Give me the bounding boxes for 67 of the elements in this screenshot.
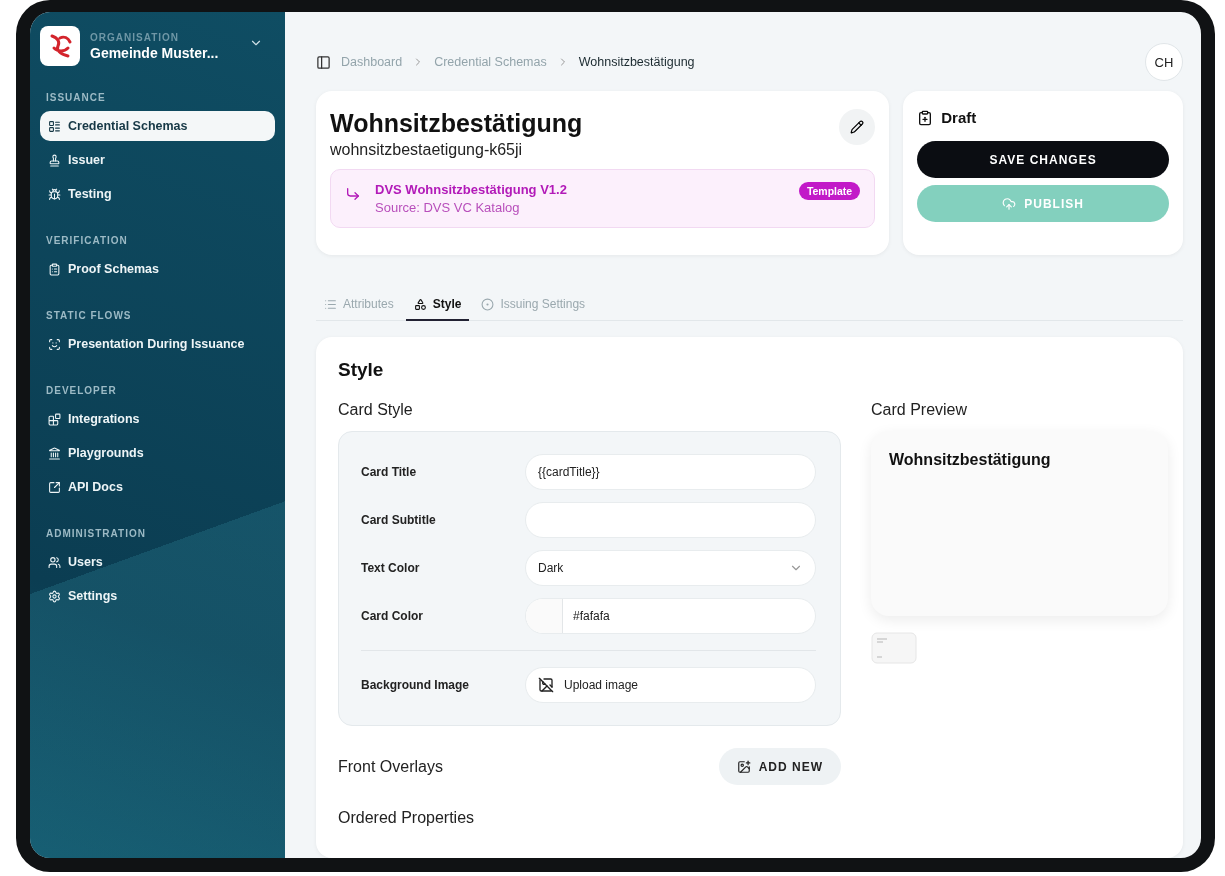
nav-icon bbox=[48, 589, 61, 603]
color-swatch[interactable] bbox=[526, 599, 563, 633]
field-label: Background Image bbox=[361, 678, 471, 692]
schema-title: Wohnsitzbestätigung bbox=[330, 109, 584, 138]
section-title: ISSUANCE bbox=[46, 92, 107, 103]
subsection-heading: Card Style bbox=[338, 401, 414, 419]
nav-item[interactable]: Issuer bbox=[40, 145, 275, 175]
nav-item[interactable]: Integrations bbox=[40, 404, 275, 434]
nav-icon bbox=[48, 446, 61, 460]
nav-item[interactable]: Users bbox=[40, 547, 275, 577]
card-thumbnail-icon[interactable] bbox=[871, 632, 917, 664]
section-title: DEVELOPER bbox=[46, 385, 118, 396]
user-avatar[interactable]: CH bbox=[1145, 43, 1183, 81]
nav-icon bbox=[48, 187, 61, 201]
nav-icon bbox=[48, 119, 61, 133]
clipboard-icon bbox=[917, 109, 934, 126]
save-button[interactable]: SAVE CHANGES bbox=[917, 141, 1169, 178]
circle-icon bbox=[481, 297, 495, 311]
field-label: Card Title bbox=[361, 465, 418, 479]
template-source: Source: DVS VC Katalog bbox=[375, 200, 521, 215]
subsection-heading: Front Overlays bbox=[338, 757, 443, 776]
sidebar-toggle-icon[interactable] bbox=[316, 54, 331, 70]
nav-item[interactable]: Presentation During Issuance bbox=[40, 329, 275, 359]
organisation-name[interactable]: Gemeinde Muster... bbox=[90, 44, 219, 61]
tab[interactable]: Style bbox=[405, 291, 470, 321]
breadcrumb-link[interactable]: Wohnsitzbestätigung bbox=[578, 55, 695, 69]
color-input[interactable]: #fafafa bbox=[525, 598, 816, 634]
template-name: DVS Wohnsitzbestätigung V1.2 bbox=[375, 182, 567, 197]
section-title: STATIC FLOWS bbox=[46, 310, 133, 321]
schema-slug: wohnsitzbestaetigung-k65ji bbox=[330, 141, 524, 159]
nav-icon bbox=[48, 412, 61, 426]
nav-icon bbox=[48, 153, 61, 167]
text-input[interactable]: {{cardTitle}} bbox=[525, 454, 816, 490]
nav-icon bbox=[48, 262, 61, 276]
subsection-heading: Ordered Properties bbox=[338, 809, 476, 827]
logo-icon bbox=[40, 26, 80, 66]
nav-icon bbox=[48, 337, 61, 351]
upload-image-field[interactable]: Upload image bbox=[525, 667, 816, 703]
template-badge: Template bbox=[798, 182, 861, 200]
list-icon bbox=[324, 297, 337, 311]
subsection-heading: Card Preview bbox=[871, 401, 969, 419]
image-icon bbox=[538, 677, 554, 693]
nav-item[interactable]: Credential Schemas bbox=[40, 111, 275, 141]
field-label: Text Color bbox=[361, 561, 421, 575]
nav-item[interactable]: API Docs bbox=[40, 472, 275, 502]
field-label: Card Subtitle bbox=[361, 513, 437, 527]
status-label: Draft bbox=[941, 109, 977, 126]
field-label: Card Color bbox=[361, 609, 424, 623]
select-field[interactable]: Dark bbox=[525, 550, 816, 586]
section-title: ADMINISTRATION bbox=[46, 528, 147, 539]
image-add-icon bbox=[736, 759, 751, 774]
nav-icon bbox=[48, 555, 61, 569]
add-new-button[interactable]: ADD NEW bbox=[718, 748, 841, 785]
preview-card-title: Wohnsitzbestätigung bbox=[889, 451, 1052, 469]
nav-item[interactable]: Proof Schemas bbox=[40, 254, 275, 284]
cloud-upload-icon bbox=[1002, 196, 1017, 211]
nav-item[interactable]: Testing bbox=[40, 179, 275, 209]
shapes-icon bbox=[413, 297, 427, 311]
arrow-icon bbox=[345, 186, 361, 202]
section-heading: Style bbox=[338, 359, 385, 381]
nav-icon bbox=[48, 480, 61, 494]
section-title: VERIFICATION bbox=[46, 235, 129, 246]
organisation-caption: ORGANISATION bbox=[90, 31, 181, 43]
edit-button[interactable] bbox=[839, 109, 876, 145]
nav-item[interactable]: Settings bbox=[40, 581, 275, 611]
pencil-icon bbox=[850, 120, 865, 134]
nav-item[interactable]: Playgrounds bbox=[40, 438, 275, 468]
